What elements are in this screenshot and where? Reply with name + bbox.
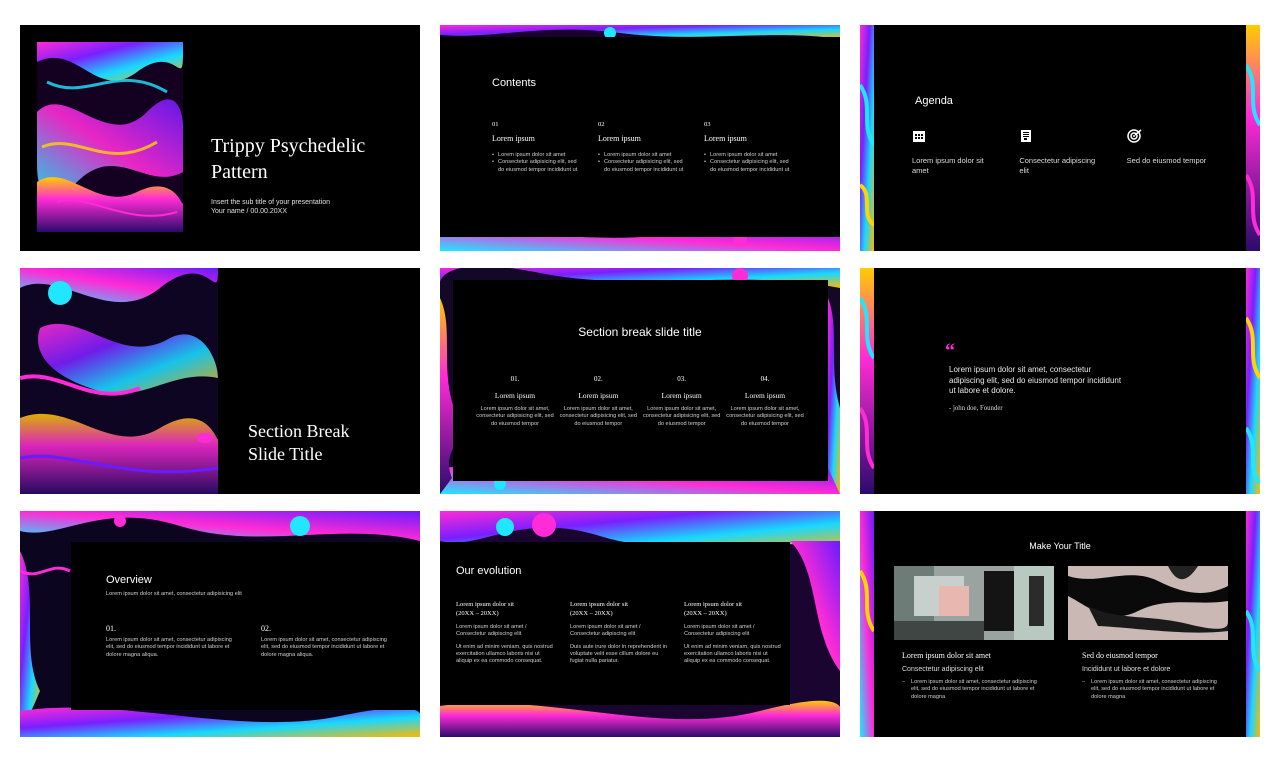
title-line-1: Trippy Psychedelic bbox=[211, 135, 366, 157]
evolution-column: Lorem ipsum dolor sit (20XX – 20XX) Lore… bbox=[456, 601, 553, 665]
card: Lorem ipsum dolor sit amet Consectetur a… bbox=[902, 651, 1042, 701]
contents-heading: Contents bbox=[492, 77, 537, 89]
psychedelic-right-strip bbox=[1246, 25, 1260, 251]
psychedelic-left-strip bbox=[860, 268, 874, 494]
calendar-icon bbox=[913, 131, 925, 142]
document-icon bbox=[1021, 130, 1032, 142]
section-title-line-2: Slide Title bbox=[248, 444, 323, 464]
psychedelic-left-strip bbox=[860, 25, 874, 251]
section-slide-title: Section break slide title bbox=[578, 325, 702, 339]
overview-item: 01. Lorem ipsum dolor sit amet, consecte… bbox=[106, 624, 232, 658]
section-item: 04. Lorem ipsum Lorem ipsum dolor sit am… bbox=[726, 375, 804, 427]
slide-overview[interactable]: Overview Lorem ipsum dolor sit amet, con… bbox=[20, 511, 420, 737]
author-date: Your name / 00.00.20XX bbox=[211, 208, 288, 215]
quote-text: Lorem ipsum dolor sit amet, consectetur … bbox=[949, 365, 1122, 395]
slide-title[interactable]: Trippy Psychedelic Pattern Insert the su… bbox=[20, 25, 420, 251]
agenda-item: Sed do eiusmod tempor bbox=[1127, 129, 1212, 176]
evolution-heading: Our evolution bbox=[456, 565, 522, 577]
psychedelic-image bbox=[37, 42, 183, 232]
evolution-column: Lorem ipsum dolor sit (20XX – 20XX) Lore… bbox=[684, 601, 781, 665]
abstract-painting-image bbox=[1068, 566, 1228, 640]
section-item: 02. Lorem ipsum Lorem ipsum dolor sit am… bbox=[559, 375, 638, 427]
overview-item: 02. Lorem ipsum dolor sit amet, consecte… bbox=[261, 624, 387, 658]
slide-make-title[interactable]: Make Your Title Lorem ipsum dolor sit am… bbox=[860, 511, 1260, 737]
contents-item: 01 Lorem ipsum Lorem ipsum dolor sit ame… bbox=[492, 121, 580, 174]
psychedelic-right-strip bbox=[1246, 268, 1260, 494]
overview-heading: Overview bbox=[106, 574, 152, 586]
section-title-line-1: Section Break bbox=[248, 421, 350, 441]
section-item: 03. Lorem ipsum Lorem ipsum dolor sit am… bbox=[642, 375, 721, 427]
contents-item: 02 Lorem ipsum Lorem ipsum dolor sit ame… bbox=[598, 121, 686, 174]
slide-contents[interactable]: Contents 01 Lorem ipsum Lorem ipsum dolo… bbox=[440, 25, 840, 251]
card: Sed do eiusmod tempor Incididunt ut labo… bbox=[1082, 651, 1222, 701]
slide-quote[interactable]: “ Lorem ipsum dolor sit amet, consectetu… bbox=[860, 268, 1260, 494]
overview-subtitle: Lorem ipsum dolor sit amet, consectetur … bbox=[106, 591, 242, 597]
quote-mark-icon: “ bbox=[945, 340, 955, 362]
agenda-heading: Agenda bbox=[915, 95, 953, 107]
psychedelic-image bbox=[20, 268, 218, 494]
subtitle: Insert the sub title of your presentatio… bbox=[211, 199, 331, 206]
slide-agenda[interactable]: Agenda Lorem ipsum dolor sit amet Consec… bbox=[860, 25, 1260, 251]
title-line-2: Pattern bbox=[211, 161, 268, 183]
slide-section-break[interactable]: Section Break Slide Title bbox=[20, 268, 420, 494]
evolution-column: Lorem ipsum dolor sit (20XX – 20XX) Lore… bbox=[570, 601, 668, 665]
agenda-item: Consectetur adipiscing elit bbox=[1019, 129, 1104, 176]
slide-evolution[interactable]: Our evolution Lorem ipsum dolor sit (20X… bbox=[440, 511, 840, 737]
slide-section-break-items[interactable]: Section break slide title 01. Lorem ipsu… bbox=[440, 268, 840, 494]
agenda-item: Lorem ipsum dolor sit amet bbox=[912, 129, 997, 176]
target-icon bbox=[1126, 129, 1142, 143]
section-item: 01. Lorem ipsum Lorem ipsum dolor sit am… bbox=[476, 375, 554, 427]
make-title-heading: Make Your Title bbox=[1029, 541, 1091, 551]
quote-author: - john doe, Founder bbox=[949, 405, 1003, 412]
contents-item: 03 Lorem ipsum Lorem ipsum dolor sit ame… bbox=[704, 121, 792, 174]
abstract-painting-image bbox=[894, 566, 1054, 640]
